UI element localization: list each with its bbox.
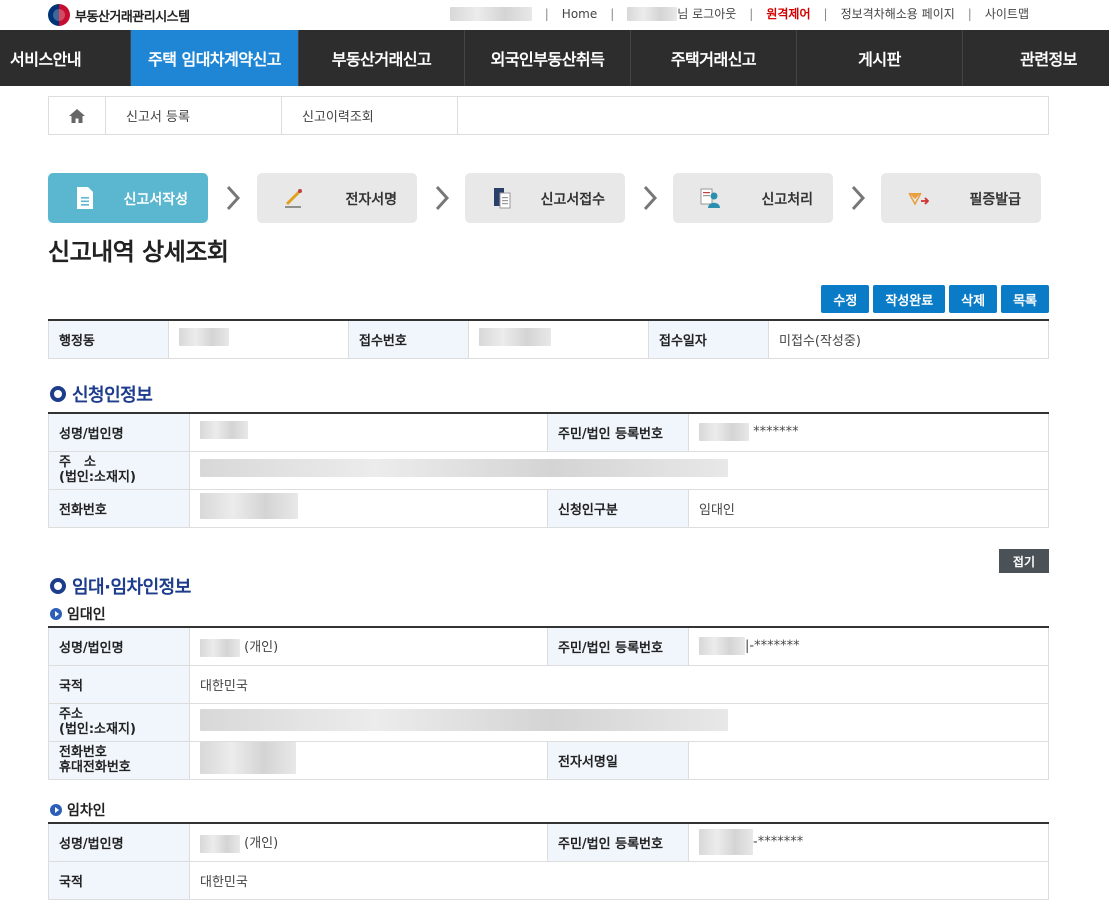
lessor-name-label: 성명/법인명 [48,626,190,666]
dong-value [168,319,349,359]
step-label: 신고처리 [761,192,813,208]
step-label: 필증발급 [969,192,1021,208]
site-logo[interactable]: 부동산거래관리시스템 [48,4,190,26]
lessor-nationality-label: 국적 [48,664,190,704]
utility-links: | Home | 님 로그아웃 | 원격제어 | 정보격차해소용 페이지 | 사… [449,5,1109,22]
step-e-signature: 전자서명 [257,173,417,223]
receipt-date-value: 미접수(작성중) [768,319,1049,359]
lessor-address-label: 주소 (법인:소재지) [48,702,190,742]
step-label: 신고서작성 [123,192,188,208]
applicant-phone-value [189,488,548,528]
lessor-name-value: (개인) [189,626,548,666]
applicant-reg-no-value: ******* [688,412,1049,452]
breadcrumb: 신고서 등록 신고이력조회 [48,96,1049,135]
step-label: 신고서접수 [540,192,605,208]
lessee-name-value: (개인) [189,822,548,862]
step-label: 전자서명 [345,192,397,208]
lessee-reg-no-label: 주민/법인 등록번호 [547,822,689,862]
page-title: 신고내역 상세조회 [48,238,229,266]
taegeuk-logo-icon [48,4,70,26]
lessor-reg-no-value: |-******* [688,626,1049,666]
gnb-item-related-info[interactable]: 관련정보 [963,30,1109,86]
action-buttons: 수정 작성완료 삭제 목록 [821,285,1049,313]
lessee-reg-no-value: -******* [688,822,1049,862]
receipt-no-label: 접수번호 [348,319,469,359]
chevron-right-icon [851,185,866,211]
chevron-right-icon [435,185,450,211]
lessor-esign-value [688,740,1049,780]
lessee-nationality-value: 대한민국 [189,860,1049,900]
applicant-reg-no-label: 주민/법인 등록번호 [547,412,689,452]
complete-button[interactable]: 작성완료 [873,285,946,313]
gnb-item-lease-report[interactable]: 주택 임대차계약신고 [131,30,299,86]
lessee-nationality-label: 국적 [48,860,190,900]
process-steps: 신고서작성 전자서명 신고서접수 신고처리 필증발급 [48,173,1049,223]
summary-table: 행정동 접수번호 접수일자 미접수(작성중) [48,319,1049,359]
lessor-address-value [189,702,1049,742]
home-link[interactable]: Home [562,7,597,21]
lessor-esign-label: 전자서명일 [547,740,689,780]
gnb-item-real-estate-report[interactable]: 부동산거래신고 [299,30,465,86]
lessee-table: 성명/법인명 (개인) 주민/법인 등록번호 -******* 국적 대한민국 [48,822,1049,900]
accessibility-page-link[interactable]: 정보격차해소용 페이지 [841,5,955,22]
lessor-reg-no-label: 주민/법인 등록번호 [547,626,689,666]
step-write-report: 신고서작성 [48,173,208,223]
step-process-report: 신고처리 [673,173,833,223]
lessor-table: 성명/법인명 (개인) 주민/법인 등록번호 |-******* 국적 대한민국… [48,626,1049,780]
home-icon[interactable] [49,97,106,134]
file-stack-icon [494,188,511,209]
applicant-address-value [189,450,1049,490]
chevron-right-icon [226,185,241,211]
applicant-type-value: 임대인 [688,488,1049,528]
sitemap-link[interactable]: 사이트맵 [985,5,1029,22]
applicant-address-label: 주 소 (법인:소재지) [48,450,190,490]
lessee-name-label: 성명/법인명 [48,822,190,862]
chevron-right-icon [643,185,658,211]
applicant-name-value [189,412,548,452]
gnb-item-board[interactable]: 게시판 [797,30,963,86]
ring-bullet-icon [50,578,66,594]
person-document-icon [700,188,720,208]
document-icon [77,187,93,209]
gnb-item-foreigner-acquisition[interactable]: 외국인부동산취득 [465,30,631,86]
lessor-phone-value [189,740,548,780]
pen-icon [285,189,302,208]
redacted-user-info [449,6,532,21]
remote-control-link[interactable]: 원격제어 [766,5,810,22]
edit-button[interactable]: 수정 [821,285,870,313]
main-navigation: 서비스안내 주택 임대차계약신고 부동산거래신고 외국인부동산취득 주택거래신고… [0,30,1109,86]
logout-link[interactable]: 님 로그아웃 [677,5,736,22]
lessor-phone-label: 전화번호 휴대전화번호 [48,740,190,780]
lessor-subtitle: 임대인 [50,604,106,624]
step-issue-certificate: 필증발급 [881,173,1041,223]
top-utility-bar: 부동산거래관리시스템 | Home | 님 로그아웃 | 원격제어 | 정보격차… [0,0,1109,30]
lessor-nationality-value: 대한민국 [189,664,1049,704]
ring-bullet-icon [50,386,66,402]
fold-button[interactable]: 접기 [998,549,1049,573]
breadcrumb-item-history[interactable]: 신고이력조회 [282,97,458,134]
certificate-icon [908,192,929,206]
arrow-bullet-icon [50,608,62,620]
applicant-table: 성명/법인명 주민/법인 등록번호 ******* 주 소 (법인:소재지) 전화… [48,412,1049,528]
gnb-item-service-guide[interactable]: 서비스안내 [0,30,131,86]
lessee-subtitle: 임차인 [50,800,106,820]
applicant-phone-label: 전화번호 [48,488,190,528]
arrow-bullet-icon [50,804,62,816]
step-submit-report: 신고서접수 [465,173,625,223]
dong-label: 행정동 [48,319,169,359]
delete-button[interactable]: 삭제 [949,285,998,313]
applicant-section-title: 신청인정보 [50,381,153,407]
receipt-date-label: 접수일자 [648,319,769,359]
site-logo-text: 부동산거래관리시스템 [75,9,190,25]
list-button[interactable]: 목록 [1001,285,1049,313]
breadcrumb-item-register[interactable]: 신고서 등록 [106,97,282,134]
applicant-type-label: 신청인구분 [547,488,689,528]
receipt-no-value [468,319,649,359]
lease-section-title: 임대·임차인정보 [50,573,191,599]
applicant-name-label: 성명/법인명 [48,412,190,452]
redacted-user-name [627,6,678,21]
gnb-item-house-transaction[interactable]: 주택거래신고 [631,30,797,86]
